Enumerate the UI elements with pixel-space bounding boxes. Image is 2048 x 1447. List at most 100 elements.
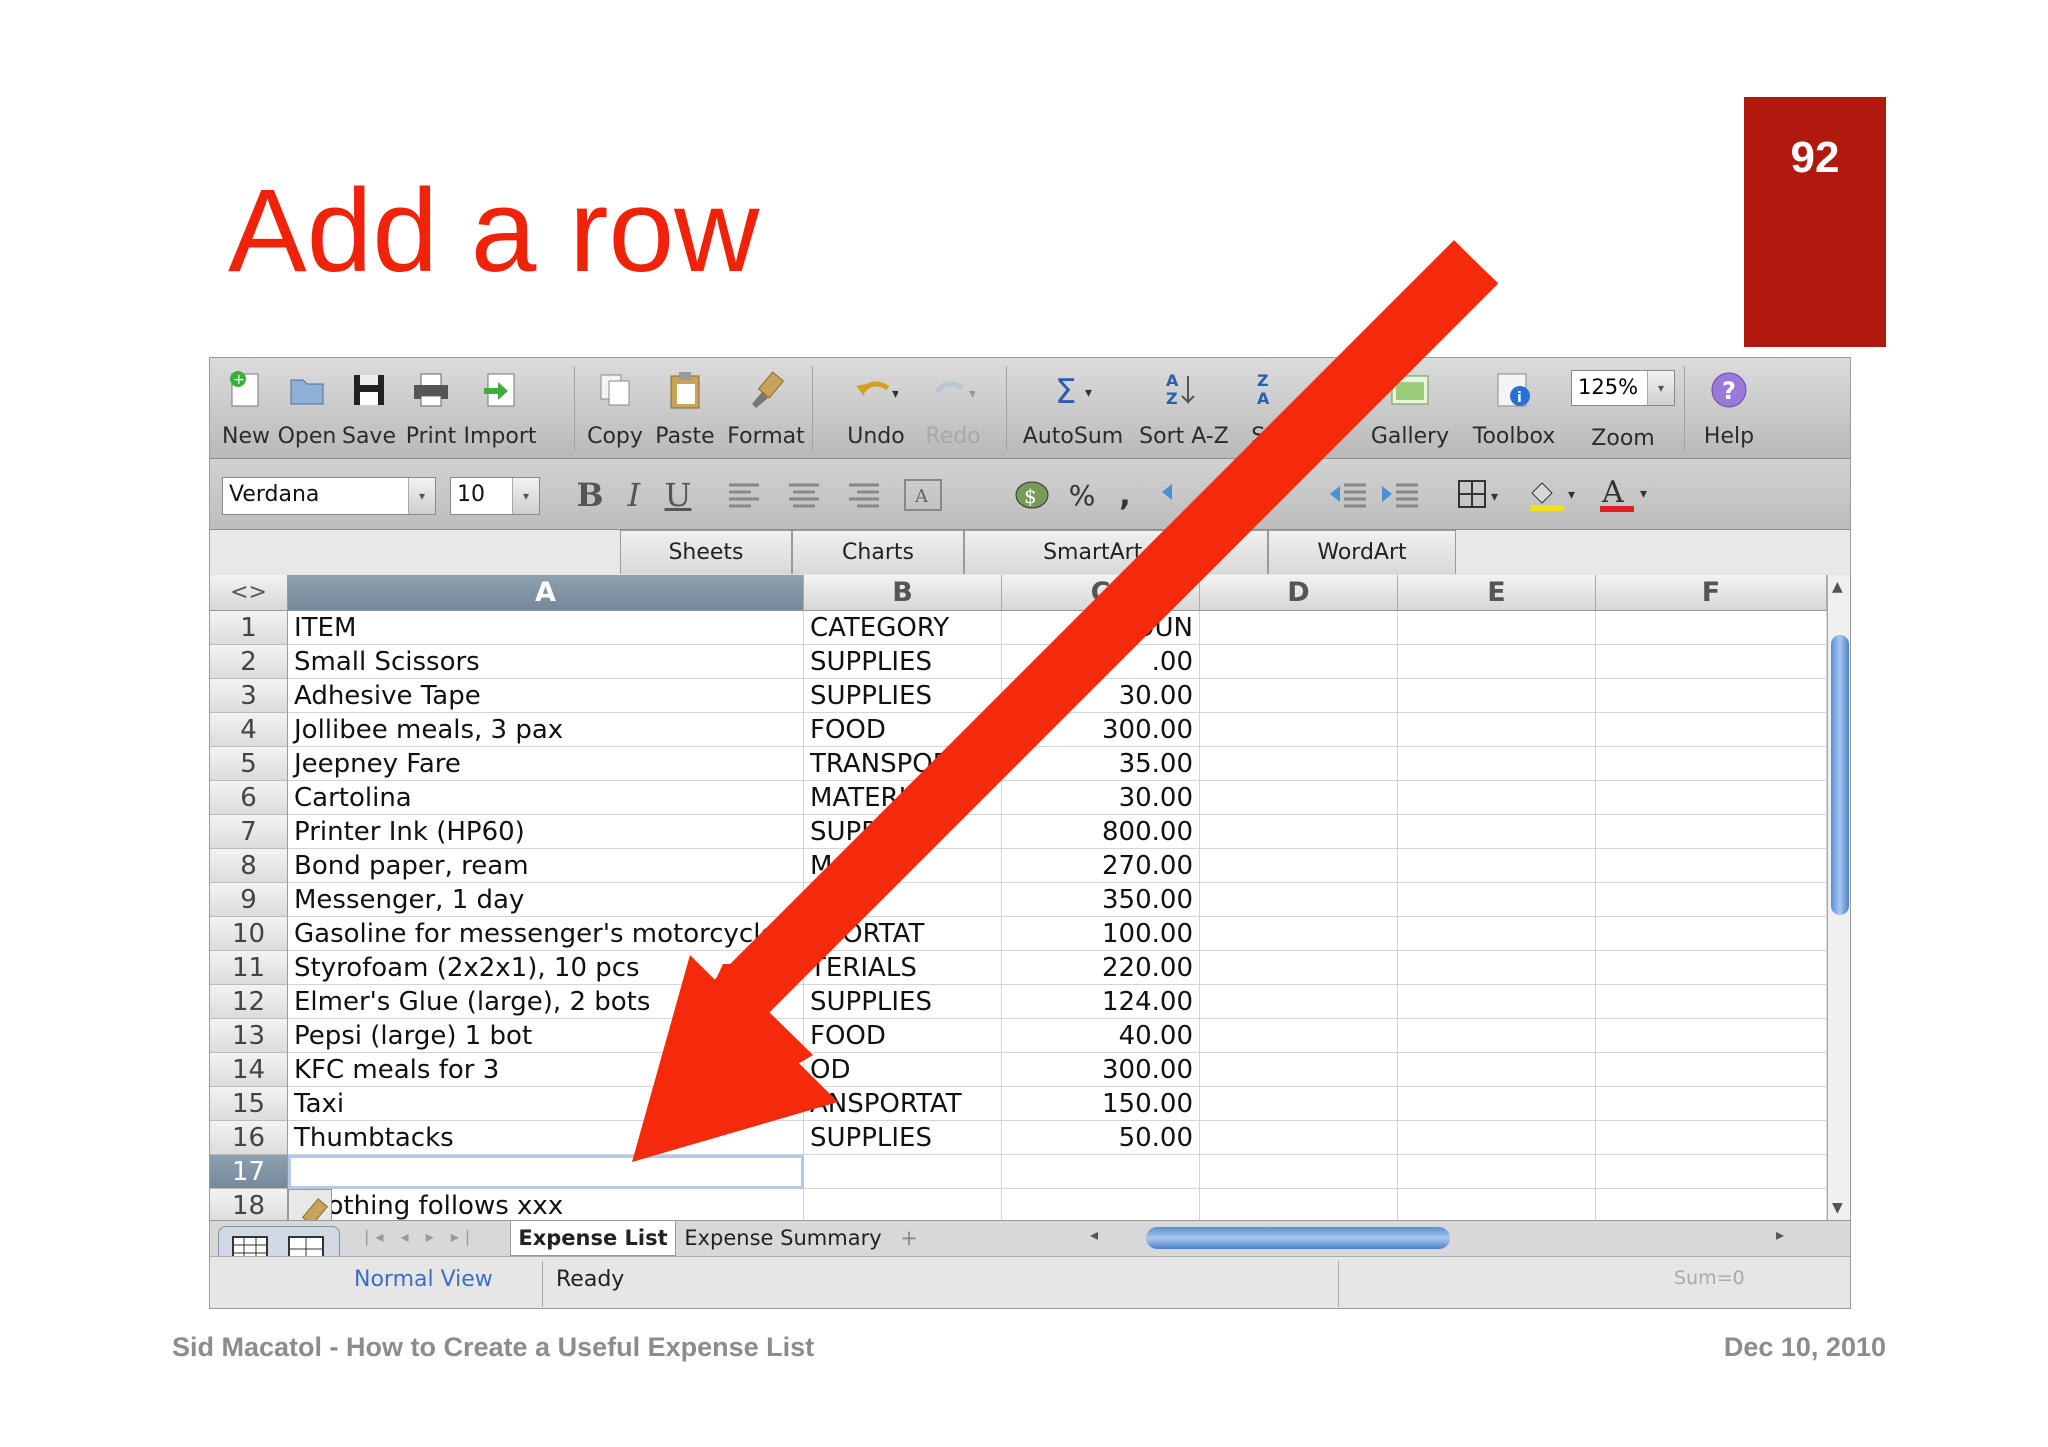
- cell-amount[interactable]: 124.00: [1002, 985, 1200, 1019]
- cell-amount[interactable]: 300.00: [1002, 1053, 1200, 1087]
- cell-amount[interactable]: 35.00: [1002, 747, 1200, 781]
- cell-empty[interactable]: [1200, 1121, 1398, 1155]
- cell-empty[interactable]: [1596, 917, 1827, 951]
- add-sheet-button[interactable]: +: [894, 1221, 924, 1255]
- row-header[interactable]: 18: [210, 1189, 288, 1220]
- row-header[interactable]: 6: [210, 781, 288, 815]
- column-header-c[interactable]: C: [1002, 575, 1200, 611]
- cell-item[interactable]: Styrofoam (2x2x1), 10 pcs: [288, 951, 804, 985]
- cell-category[interactable]: SUPPLIES: [804, 679, 1002, 713]
- cell-category[interactable]: FOOD: [804, 713, 1002, 747]
- cell-empty[interactable]: [1200, 1189, 1398, 1220]
- cell-empty[interactable]: [1596, 883, 1827, 917]
- cell-empty[interactable]: [1596, 713, 1827, 747]
- sort-za-button[interactable]: ZA So: [1240, 358, 1310, 458]
- select-all-corner[interactable]: <>: [210, 575, 288, 611]
- cell-empty[interactable]: [1200, 747, 1398, 781]
- cell-amount[interactable]: 300.00: [1002, 713, 1200, 747]
- cell-category[interactable]: CATEGORY: [804, 611, 1002, 645]
- sort-az-button[interactable]: AZ Sort A-Z: [1132, 358, 1236, 458]
- cell-empty[interactable]: [1200, 611, 1398, 645]
- column-header-a[interactable]: A: [288, 575, 804, 611]
- cell-empty[interactable]: [1200, 1087, 1398, 1121]
- align-center-icon[interactable]: [784, 475, 824, 515]
- format-painter-button[interactable]: Format: [726, 358, 806, 458]
- row-header[interactable]: 2: [210, 645, 288, 679]
- cell-empty[interactable]: [1398, 645, 1596, 679]
- cell-category[interactable]: OD: [804, 1053, 1002, 1087]
- cell-amount[interactable]: 100.00: [1002, 917, 1200, 951]
- cell-empty[interactable]: [1200, 713, 1398, 747]
- cell-empty[interactable]: [1200, 883, 1398, 917]
- underline-button[interactable]: U: [658, 475, 698, 515]
- cell-empty[interactable]: [1398, 747, 1596, 781]
- cell-category[interactable]: TERIALS: [804, 951, 1002, 985]
- cell-empty[interactable]: [1596, 1087, 1827, 1121]
- cell-item[interactable]: KFC meals for 3: [288, 1053, 804, 1087]
- cell-empty[interactable]: [1200, 849, 1398, 883]
- paste-options-brush-icon[interactable]: [288, 1189, 332, 1220]
- row-header[interactable]: 14: [210, 1053, 288, 1087]
- row-header[interactable]: 15: [210, 1087, 288, 1121]
- cell-empty[interactable]: [1596, 985, 1827, 1019]
- row-header[interactable]: 1: [210, 611, 288, 645]
- cell-category[interactable]: SUPPLIES: [804, 645, 1002, 679]
- cell-item[interactable]: Taxi: [288, 1087, 804, 1121]
- cell-empty[interactable]: [1596, 781, 1827, 815]
- cell-category[interactable]: MAT ES: [804, 849, 1002, 883]
- cell-amount[interactable]: 30.00: [1002, 679, 1200, 713]
- selected-cell-a17[interactable]: [288, 1155, 804, 1189]
- cell-empty[interactable]: [1200, 645, 1398, 679]
- fill-color-icon[interactable]: ▾: [1526, 475, 1582, 515]
- scroll-right-icon[interactable]: ▸: [1776, 1225, 1784, 1244]
- cell-category[interactable]: SUPPL: [804, 815, 1002, 849]
- row-header[interactable]: 8: [210, 849, 288, 883]
- font-name-select[interactable]: Verdana ▾: [222, 477, 436, 515]
- italic-button[interactable]: I: [614, 475, 654, 515]
- cell-empty[interactable]: [1596, 1053, 1827, 1087]
- cell-category[interactable]: [804, 1189, 1002, 1220]
- scroll-left-icon[interactable]: ◂: [1090, 1225, 1098, 1244]
- cell-amount[interactable]: 150.00: [1002, 1087, 1200, 1121]
- copy-button[interactable]: Copy: [584, 358, 646, 458]
- cell-item[interactable]: Jeepney Fare: [288, 747, 804, 781]
- font-color-button[interactable]: A ▾: [1598, 475, 1654, 515]
- cell-amount[interactable]: 30.00: [1002, 781, 1200, 815]
- cell-amount[interactable]: 50.00: [1002, 1121, 1200, 1155]
- cell-empty[interactable]: [1200, 1053, 1398, 1087]
- column-header-b[interactable]: B: [804, 575, 1002, 611]
- cell-item[interactable]: ITEM: [288, 611, 804, 645]
- cell-empty[interactable]: [1596, 1121, 1827, 1155]
- column-header-d[interactable]: D: [1200, 575, 1398, 611]
- cell-empty[interactable]: [1398, 951, 1596, 985]
- font-size-select[interactable]: 10 ▾: [450, 477, 540, 515]
- tab-wordart[interactable]: WordArt: [1268, 530, 1456, 574]
- cell-category[interactable]: MATERIAL: [804, 781, 1002, 815]
- cell-category[interactable]: ANSPORTAT: [804, 1087, 1002, 1121]
- paste-button[interactable]: Paste: [650, 358, 720, 458]
- cell-category[interactable]: SUPPLIES: [804, 1121, 1002, 1155]
- cell-empty[interactable]: [1398, 1019, 1596, 1053]
- cell-item[interactable]: Adhesive Tape: [288, 679, 804, 713]
- cell-amount[interactable]: 350.00: [1002, 883, 1200, 917]
- save-button[interactable]: Save: [338, 358, 400, 458]
- cell-empty[interactable]: [1200, 985, 1398, 1019]
- cell-category[interactable]: TRANSPORT: [804, 747, 1002, 781]
- cell-amount[interactable]: 40.00: [1002, 1019, 1200, 1053]
- increase-indent-icon[interactable]: [1378, 475, 1422, 515]
- cell-empty[interactable]: [1398, 917, 1596, 951]
- align-left-icon[interactable]: [724, 475, 764, 515]
- cell-item[interactable]: Printer Ink (HP60): [288, 815, 804, 849]
- tab-charts[interactable]: Charts: [792, 530, 964, 574]
- sheet-tab-expense-summary[interactable]: Expense Summary: [678, 1221, 888, 1255]
- cell-category[interactable]: SPORTAT: [804, 917, 1002, 951]
- cell-item[interactable]: Gasoline for messenger's motorcycle: [288, 917, 804, 951]
- cell-empty[interactable]: [1200, 1019, 1398, 1053]
- autosum-button[interactable]: Σ ▾ AutoSum: [1018, 358, 1128, 458]
- row-header[interactable]: 5: [210, 747, 288, 781]
- cell-empty[interactable]: [1200, 951, 1398, 985]
- cell-empty[interactable]: [1398, 883, 1596, 917]
- cell-item[interactable]: Small Scissors: [288, 645, 804, 679]
- cell-item[interactable]: Elmer's Glue (large), 2 bots: [288, 985, 804, 1019]
- cell-empty[interactable]: [1596, 747, 1827, 781]
